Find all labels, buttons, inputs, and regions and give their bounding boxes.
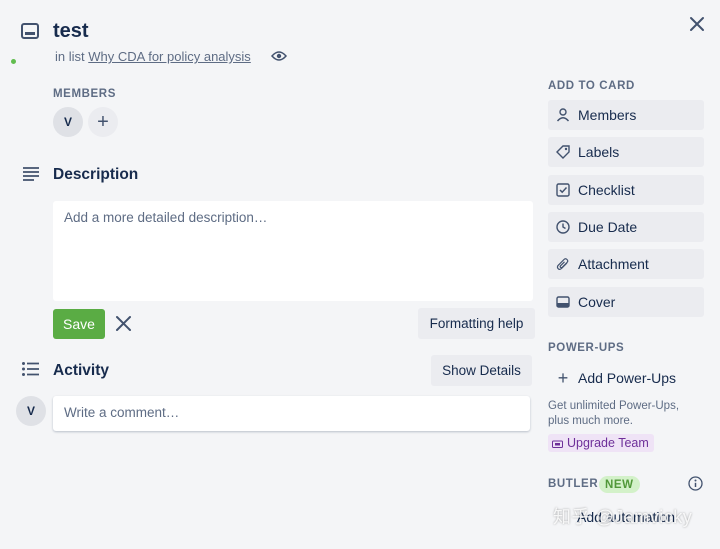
comment-avatar[interactable]: V (16, 396, 46, 426)
sidebar-item-label: Cover (578, 294, 616, 310)
paperclip-icon (556, 258, 569, 270)
save-button[interactable]: Save (53, 309, 105, 339)
close-icon[interactable] (688, 15, 706, 33)
add-powerups-button[interactable]: + Add Power-Ups (548, 363, 704, 393)
sidebar-item-label: Due Date (578, 219, 638, 235)
status-dot (11, 59, 16, 64)
sidebar-members-button[interactable]: Members (548, 100, 704, 130)
card-icon (21, 23, 39, 39)
cancel-icon[interactable] (115, 315, 132, 332)
sidebar-cover-button[interactable]: Cover (548, 287, 704, 317)
new-badge: NEW (599, 476, 640, 493)
tag-icon (556, 145, 570, 159)
show-details-button[interactable]: Show Details (431, 355, 532, 386)
member-avatar[interactable]: V (53, 107, 83, 137)
cover-icon (556, 296, 570, 308)
watermark: 知乎 @Jamvicky (553, 507, 693, 527)
upgrade-team-button[interactable]: Upgrade Team (548, 434, 654, 452)
list-breadcrumb: in list Why CDA for policy analysis (55, 49, 251, 64)
plus-icon: + (557, 367, 569, 388)
add-powerups-label: Add Power-Ups (578, 370, 677, 386)
description-heading: Description (53, 166, 139, 183)
members-label: MEMBERS (53, 88, 116, 100)
info-icon[interactable] (688, 476, 703, 491)
powerups-note: Get unlimited Power-Ups, plus much more. (548, 400, 680, 427)
in-list-prefix: in list (55, 49, 85, 64)
powerups-label: POWER-UPS (548, 342, 625, 354)
eye-icon[interactable] (271, 50, 287, 62)
sidebar-due-date-button[interactable]: Due Date (548, 212, 704, 242)
add-to-card-label: ADD TO CARD (548, 80, 635, 92)
formatting-help-button[interactable]: Formatting help (418, 308, 535, 339)
sidebar-checklist-button[interactable]: Checklist (548, 175, 704, 205)
sidebar-attachment-button[interactable]: Attachment (548, 249, 704, 279)
sidebar-labels-button[interactable]: Labels (548, 137, 704, 167)
list-name-link[interactable]: Why CDA for policy analysis (88, 49, 251, 64)
gift-icon (552, 440, 563, 448)
person-icon (556, 108, 570, 122)
checkbox-icon (556, 183, 570, 197)
add-member-button[interactable]: + (88, 107, 118, 137)
sidebar-item-label: Attachment (578, 256, 649, 272)
sidebar-item-label: Checklist (578, 182, 635, 198)
description-textarea[interactable]: Add a more detailed description… (53, 201, 533, 301)
comment-input[interactable]: Write a comment… (53, 396, 530, 431)
sidebar-item-label: Labels (578, 144, 620, 160)
activity-icon (22, 362, 39, 376)
description-icon (23, 167, 39, 181)
card-title[interactable]: test (53, 20, 89, 43)
clock-icon (556, 220, 570, 234)
activity-heading: Activity (53, 362, 109, 379)
upgrade-team-label: Upgrade Team (567, 436, 649, 450)
butler-label: BUTLER (548, 478, 599, 490)
sidebar-item-label: Members (578, 107, 637, 123)
